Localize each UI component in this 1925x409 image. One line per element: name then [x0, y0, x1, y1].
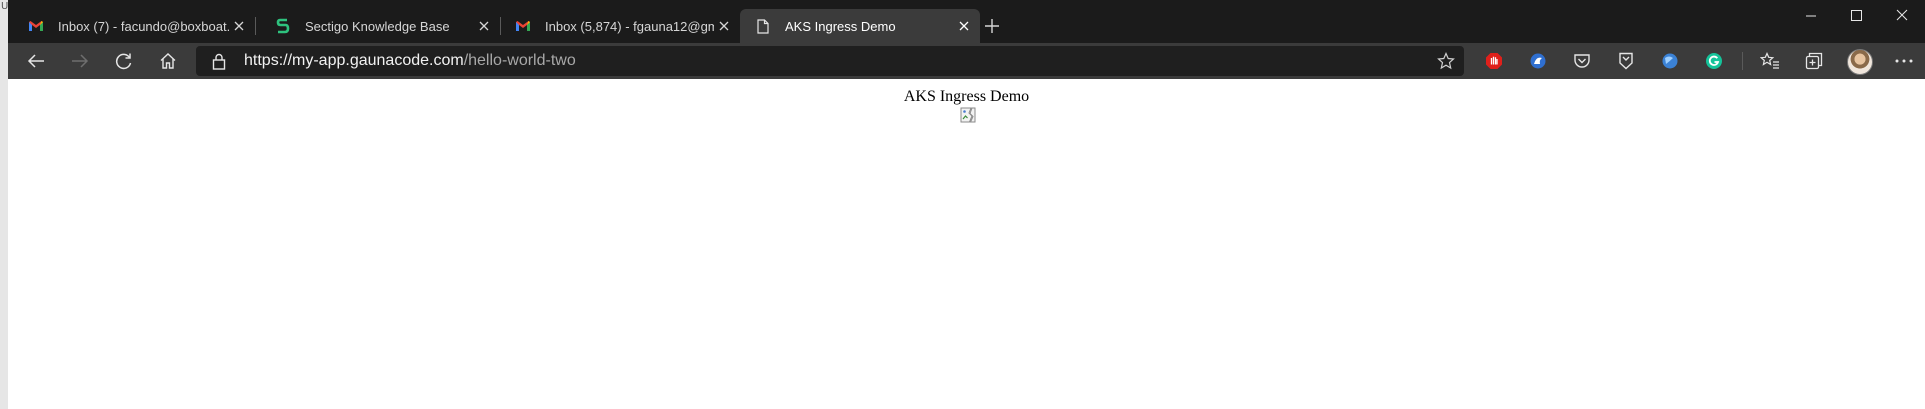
close-window-button[interactable]	[1879, 0, 1925, 30]
page-icon	[754, 17, 772, 35]
more-menu-icon[interactable]	[1891, 48, 1917, 74]
navigation-toolbar: https://my-app.gaunacode.com/hello-world…	[8, 43, 1925, 79]
close-tab-icon[interactable]	[954, 16, 974, 36]
tab-title: AKS Ingress Demo	[785, 18, 896, 34]
broken-image-icon	[960, 107, 976, 123]
lock-icon[interactable]	[212, 52, 228, 70]
tab-title: Sectigo Knowledge Base	[305, 18, 450, 34]
tab-separator	[255, 17, 256, 35]
close-tab-icon[interactable]	[229, 16, 249, 36]
home-button[interactable]	[152, 45, 184, 77]
gmail-icon	[27, 17, 45, 35]
toolbar-separator	[1742, 52, 1743, 70]
page-heading: AKS Ingress Demo	[903, 88, 1030, 105]
pocket-icon[interactable]	[1569, 48, 1595, 74]
url-text[interactable]: https://my-app.gaunacode.com/hello-world…	[244, 52, 576, 70]
url-path: /hello-world-two	[463, 52, 576, 69]
minimize-button[interactable]	[1788, 0, 1834, 30]
page-content: AKS Ingress Demo	[8, 79, 1925, 409]
adblock-extension-icon[interactable]	[1481, 48, 1507, 74]
globe-extension-icon[interactable]	[1657, 48, 1683, 74]
grammarly-icon[interactable]	[1701, 48, 1727, 74]
browser-window: Inbox (7) - facundo@boxboat.com Sectigo …	[8, 0, 1925, 409]
gmail-icon	[514, 17, 532, 35]
profile-avatar[interactable]	[1847, 49, 1873, 75]
close-tab-icon[interactable]	[474, 16, 494, 36]
tab-title: Inbox (7) - facundo@boxboat.com	[58, 18, 229, 34]
refresh-button[interactable]	[108, 45, 140, 77]
left-edge-strip: U	[0, 0, 8, 409]
shield-extension-icon[interactable]	[1613, 48, 1639, 74]
forward-button[interactable]	[64, 45, 96, 77]
new-tab-button[interactable]	[978, 12, 1006, 40]
back-button[interactable]	[20, 45, 52, 77]
tab-bar: Inbox (7) - facundo@boxboat.com Sectigo …	[8, 0, 1925, 43]
favorite-star-icon[interactable]	[1436, 51, 1456, 71]
close-tab-icon[interactable]	[714, 16, 734, 36]
url-host: https://my-app.gaunacode.com	[244, 52, 464, 69]
tab-title: Inbox (5,874) - fgauna12@gmail.com	[545, 18, 714, 34]
tab-gmail-personal[interactable]: Inbox (5,874) - fgauna12@gmail.com	[500, 9, 740, 43]
maximize-button[interactable]	[1833, 0, 1879, 30]
collections-icon[interactable]	[1801, 48, 1827, 74]
address-bar[interactable]: https://my-app.gaunacode.com/hello-world…	[196, 46, 1464, 76]
tab-sectigo[interactable]: Sectigo Knowledge Base	[260, 9, 501, 43]
tab-gmail-boxboat[interactable]: Inbox (7) - facundo@boxboat.com	[13, 9, 256, 43]
favorites-icon[interactable]	[1757, 48, 1783, 74]
sectigo-icon	[274, 17, 292, 35]
privacy-badger-icon[interactable]	[1525, 48, 1551, 74]
tab-aks-ingress-demo[interactable]: AKS Ingress Demo	[740, 9, 980, 43]
